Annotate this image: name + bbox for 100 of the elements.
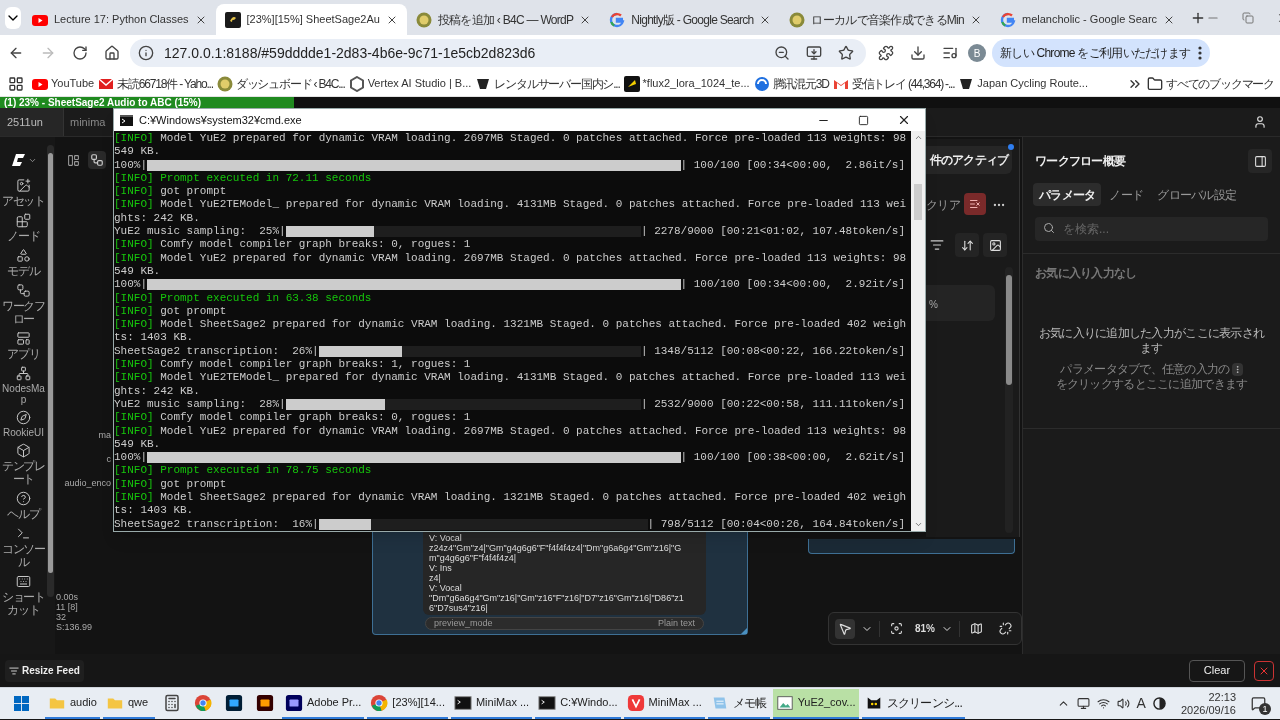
sidebar-item[interactable]: ワークフロー — [0, 283, 47, 326]
profile-avatar[interactable]: B — [968, 44, 986, 62]
half-circle-icon[interactable] — [1152, 697, 1166, 710]
sidebar-item[interactable]: RookieUI — [0, 410, 47, 438]
unlink-icon[interactable] — [999, 622, 1012, 635]
swirl-icon — [753, 75, 770, 92]
sidebar-item[interactable]: アセット — [0, 178, 47, 208]
zoom-level[interactable]: 81% — [915, 621, 935, 636]
taskbar-item[interactable]: audio — [45, 688, 100, 719]
taskbar-item[interactable]: MiniMax ... — [450, 688, 533, 719]
bookmark[interactable]: *flux2_lora_1024_te... — [623, 75, 750, 92]
install-icon[interactable] — [806, 45, 822, 61]
fit-view-icon[interactable] — [890, 622, 903, 635]
monitor-icon[interactable] — [1076, 697, 1090, 710]
scrollbar[interactable] — [1005, 267, 1013, 533]
workflow-icon[interactable] — [88, 151, 106, 169]
browser-tab[interactable]: Lecture 17: Python Classes — [23, 4, 216, 35]
clock[interactable]: 22:13 2026/09/16 — [1180, 690, 1236, 717]
sidebar-item[interactable]: ノード — [0, 213, 47, 243]
console-line: [INFO] Model YuE2TEModel_ prepared for dynamic VRAM loading. 4131MB Staged. 0 patches attached. Force pre-loaded 113 wei — [114, 371, 905, 385]
map-icon[interactable] — [970, 622, 983, 635]
browser-tab[interactable]: ローカルで音楽作成できるMin — [780, 4, 991, 35]
clear-label[interactable]: クリア — [926, 196, 960, 214]
windows-icon[interactable] — [14, 696, 29, 711]
clear-queue-button[interactable] — [964, 193, 986, 215]
node-card[interactable]: V: Vocal z24z4"Gm"z4|"Gm"g4g6g6"F"f4f4f4z4|"Dm"g6a6g4"Gm"z16|"Gm"g4g6g6"F"f4f4f4z4| V: Ins z4| V: Vocal "Dm"g6a6g4"Gm"z16|"Gm"z16"F"z16|"D7"z16"Gm"z16|"D86"z16"D7sus4"z16| preview_mode Plain text — [372, 531, 748, 635]
bookmark[interactable]: Vertex AI Studio | B... — [348, 75, 472, 92]
all-bookmarks[interactable]: すべてのブックマーク — [1147, 74, 1274, 93]
clear-button[interactable]: Clear — [1189, 659, 1245, 682]
scrollbar[interactable] — [911, 131, 925, 531]
bookmark[interactable]: レンタルサーバー国内シ... — [475, 74, 620, 93]
scrollbar[interactable] — [47, 145, 54, 597]
image-button[interactable] — [983, 233, 1007, 257]
scroll-up-icon[interactable] — [913, 133, 923, 142]
sidebar-item[interactable]: コンソール — [0, 526, 47, 569]
browser-tab[interactable]: melancholic - Google Searc — [991, 4, 1185, 35]
update-button[interactable]: 新しい Chrome をご利用いただけます — [992, 39, 1211, 67]
taskbar-item[interactable]: メモ帳 — [707, 688, 770, 719]
node-card[interactable] — [808, 539, 1015, 554]
volume-icon[interactable] — [1116, 697, 1130, 710]
sidebar-item[interactable]: NodesMap — [0, 366, 47, 405]
layout-icon[interactable] — [67, 153, 80, 167]
media-icon[interactable] — [942, 45, 958, 61]
job-card[interactable]: % — [926, 285, 995, 321]
download-icon[interactable] — [910, 45, 926, 61]
active-jobs-button[interactable]: 件のアクティブ — [926, 146, 1012, 174]
filter-icon[interactable] — [930, 238, 944, 252]
taskbar-item[interactable]: MiniMax ... — [623, 688, 705, 719]
taskbar-item[interactable]: スクリーンシ... — [861, 688, 966, 719]
home-icon[interactable] — [104, 45, 120, 61]
browser-tab[interactable]: Nightly版 - Google Search — [600, 4, 781, 35]
taskbar-item[interactable]: [23%][14... — [367, 688, 448, 719]
bookmark[interactable]: YouTube — [32, 75, 95, 92]
reload-icon[interactable] — [72, 45, 88, 61]
taskbar-item[interactable]: C:¥Windo... — [535, 688, 621, 719]
maximize-icon[interactable] — [858, 114, 869, 126]
workflow-tab[interactable]: 2511un — [0, 108, 64, 136]
network-icon[interactable] — [1096, 697, 1110, 710]
extensions-icon[interactable] — [878, 45, 894, 61]
user-icon[interactable] — [1253, 115, 1267, 129]
panel-tab[interactable]: ノード — [1103, 183, 1150, 206]
scrollbar-thumb[interactable] — [914, 184, 922, 220]
sidebar-item[interactable]: ヘルプ — [0, 491, 47, 521]
browser-tab[interactable]: [23%][15%] SheetSage2Au — [215, 4, 407, 35]
panel-title: ワークフロー概要 — [1035, 153, 1126, 170]
node-label: audio_enco — [64, 477, 111, 490]
panel-tab[interactable]: グローバル設定 — [1151, 183, 1243, 206]
bookmark[interactable]: 受信トレイ (44,364) -... — [832, 74, 955, 93]
ime-indicator[interactable]: A — [1136, 693, 1146, 714]
close-button[interactable] — [1254, 660, 1274, 681]
sidebar-item[interactable]: モデル — [0, 248, 47, 278]
resize-handle[interactable] — [741, 628, 747, 634]
panel-icon — [1253, 154, 1267, 168]
bookmark[interactable]: 未読66718件 - Yaho... — [98, 74, 213, 93]
logo-menu[interactable] — [12, 153, 37, 167]
address-field[interactable]: 127.0.0.1:8188/#59dddde1-2d83-4b6e-9c71-1e5cb2d823d6 — [130, 39, 866, 67]
workflow-tab[interactable]: minima — [64, 108, 112, 136]
panel-tab[interactable]: パラメータ — [1033, 183, 1102, 206]
apps-icon[interactable] — [8, 75, 24, 92]
browser-tab[interactable]: 投稿を追加 ‹ B4C — WordP — [406, 4, 601, 35]
bookmark[interactable]: ダッシュボード ‹ B4C... — [216, 74, 345, 93]
sidebar-item[interactable]: アプリ — [0, 331, 47, 361]
bookmark[interactable]: 腾讯混元3D — [753, 74, 829, 93]
scroll-down-icon[interactable] — [913, 520, 923, 529]
zoom-icon[interactable] — [774, 45, 790, 61]
taskbar-item[interactable]: qwe — [102, 688, 155, 719]
panel-toggle-button[interactable] — [1248, 149, 1272, 173]
taskbar-item[interactable]: YuE2_cov... — [772, 688, 859, 719]
sidebar-item[interactable]: ショートカット — [0, 574, 47, 617]
resize-feed-button[interactable]: Resize Feed — [5, 659, 84, 682]
star-icon[interactable] — [838, 45, 854, 61]
sidebar-item[interactable]: テンプレート — [0, 443, 47, 486]
back-icon[interactable] — [8, 45, 24, 61]
info-icon[interactable] — [138, 45, 154, 61]
pointer-icon[interactable] — [835, 618, 855, 639]
taskbar-item[interactable]: Adobe Pr... — [281, 688, 365, 719]
bookmark[interactable]: Japan Cycling Route... — [958, 75, 1088, 92]
tab-search-button[interactable] — [5, 7, 21, 29]
preview-mode-control[interactable]: preview_mode Plain text — [425, 617, 704, 630]
sort-button[interactable] — [955, 233, 979, 257]
